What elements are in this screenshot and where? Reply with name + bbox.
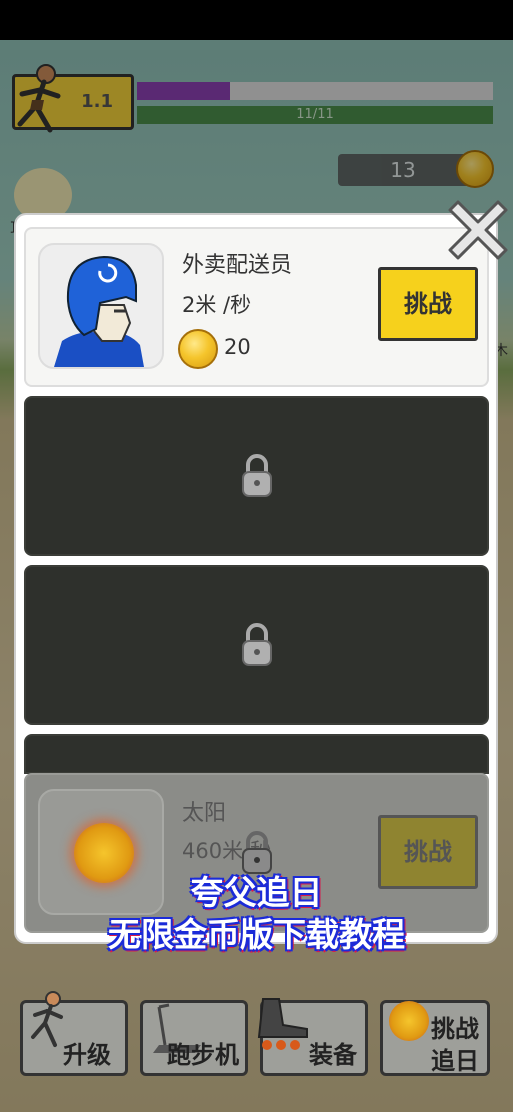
treadmill-button[interactable]: 跑步机 bbox=[140, 1000, 248, 1076]
runner-speed: 2米 /秒 bbox=[182, 293, 252, 317]
lock-icon bbox=[241, 454, 272, 497]
sun-icon bbox=[389, 1001, 429, 1041]
runner-name: 太阳 bbox=[182, 801, 227, 826]
subtitle-line-2: 无限金币版下载教程 bbox=[108, 915, 405, 954]
subtitle-line-1: 夸父追日 bbox=[190, 873, 323, 912]
locked-runner-card bbox=[24, 396, 489, 556]
locked-runner-card bbox=[24, 565, 489, 725]
coin-icon bbox=[178, 329, 218, 369]
runner-price: 20 bbox=[224, 335, 251, 359]
upgrade-label: 升级 bbox=[63, 1041, 111, 1069]
runner-card: 外卖配送员 2米 /秒 20 挑战 bbox=[24, 227, 489, 387]
chase-label-1: 挑战 bbox=[431, 1015, 479, 1043]
runner-portrait bbox=[38, 243, 164, 369]
delivery-rider-icon bbox=[54, 255, 144, 367]
lock-icon bbox=[241, 623, 272, 666]
challenge-button[interactable]: 挑战 bbox=[378, 267, 478, 341]
chase-label-2: 追日 bbox=[431, 1047, 479, 1075]
chase-sun-button[interactable]: 挑战 追日 bbox=[380, 1000, 490, 1076]
equipment-label: 装备 bbox=[309, 1041, 357, 1069]
close-icon[interactable] bbox=[446, 198, 510, 262]
equipment-button[interactable]: 装备 bbox=[257, 998, 368, 1076]
upgrade-button[interactable]: 升级 bbox=[20, 991, 128, 1076]
locked-runner-card bbox=[24, 734, 489, 774]
skate-icon bbox=[257, 998, 308, 1050]
treadmill-label: 跑步机 bbox=[167, 1041, 239, 1069]
runner-name: 外卖配送员 bbox=[182, 253, 293, 278]
